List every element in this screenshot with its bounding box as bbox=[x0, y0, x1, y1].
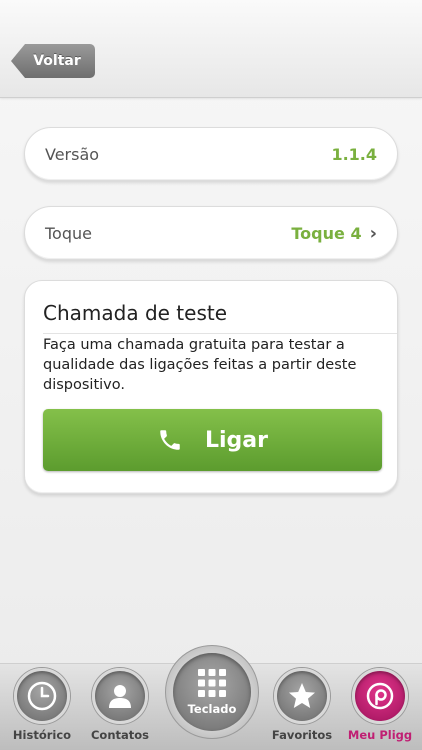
tab-meu-pligg[interactable]: Meu Pligg bbox=[340, 668, 420, 750]
version-row: Versão 1.1.4 bbox=[24, 127, 398, 181]
tab-label: Contatos bbox=[90, 728, 150, 742]
star-icon bbox=[274, 668, 330, 724]
test-call-card: Chamada de teste Faça uma chamada gratui… bbox=[24, 280, 398, 494]
back-button[interactable]: Voltar bbox=[11, 44, 95, 78]
call-button-label: Ligar bbox=[204, 427, 268, 453]
keypad-icon bbox=[198, 669, 226, 697]
tab-label: Meu Pligg bbox=[347, 728, 413, 742]
back-button-label: Voltar bbox=[33, 53, 81, 69]
ringtone-row[interactable]: Toque Toque 4 › bbox=[24, 206, 398, 260]
tab-label: Teclado bbox=[187, 702, 237, 716]
chevron-right-icon: › bbox=[369, 222, 377, 244]
ringtone-label: Toque bbox=[45, 223, 92, 243]
tab-teclado[interactable]: Teclado bbox=[165, 645, 259, 739]
pligg-logo-icon bbox=[352, 668, 408, 724]
clock-icon bbox=[14, 668, 70, 724]
test-call-title: Chamada de teste bbox=[43, 301, 228, 325]
call-button[interactable]: Ligar bbox=[43, 409, 382, 471]
phone-icon bbox=[160, 430, 180, 450]
tab-label: Histórico bbox=[12, 728, 72, 742]
tab-contatos[interactable]: Contatos bbox=[80, 668, 160, 750]
tab-favoritos[interactable]: Favoritos bbox=[262, 668, 342, 750]
person-icon bbox=[92, 668, 148, 724]
divider bbox=[43, 333, 397, 334]
ringtone-value: Toque 4 bbox=[291, 223, 362, 243]
version-value: 1.1.4 bbox=[331, 144, 377, 164]
tab-label: Favoritos bbox=[271, 728, 333, 742]
version-label: Versão bbox=[45, 144, 100, 164]
tab-historico[interactable]: Histórico bbox=[2, 668, 82, 750]
top-bar: Voltar bbox=[0, 0, 422, 98]
test-call-description: Faça uma chamada gratuita para testar a … bbox=[43, 337, 357, 393]
